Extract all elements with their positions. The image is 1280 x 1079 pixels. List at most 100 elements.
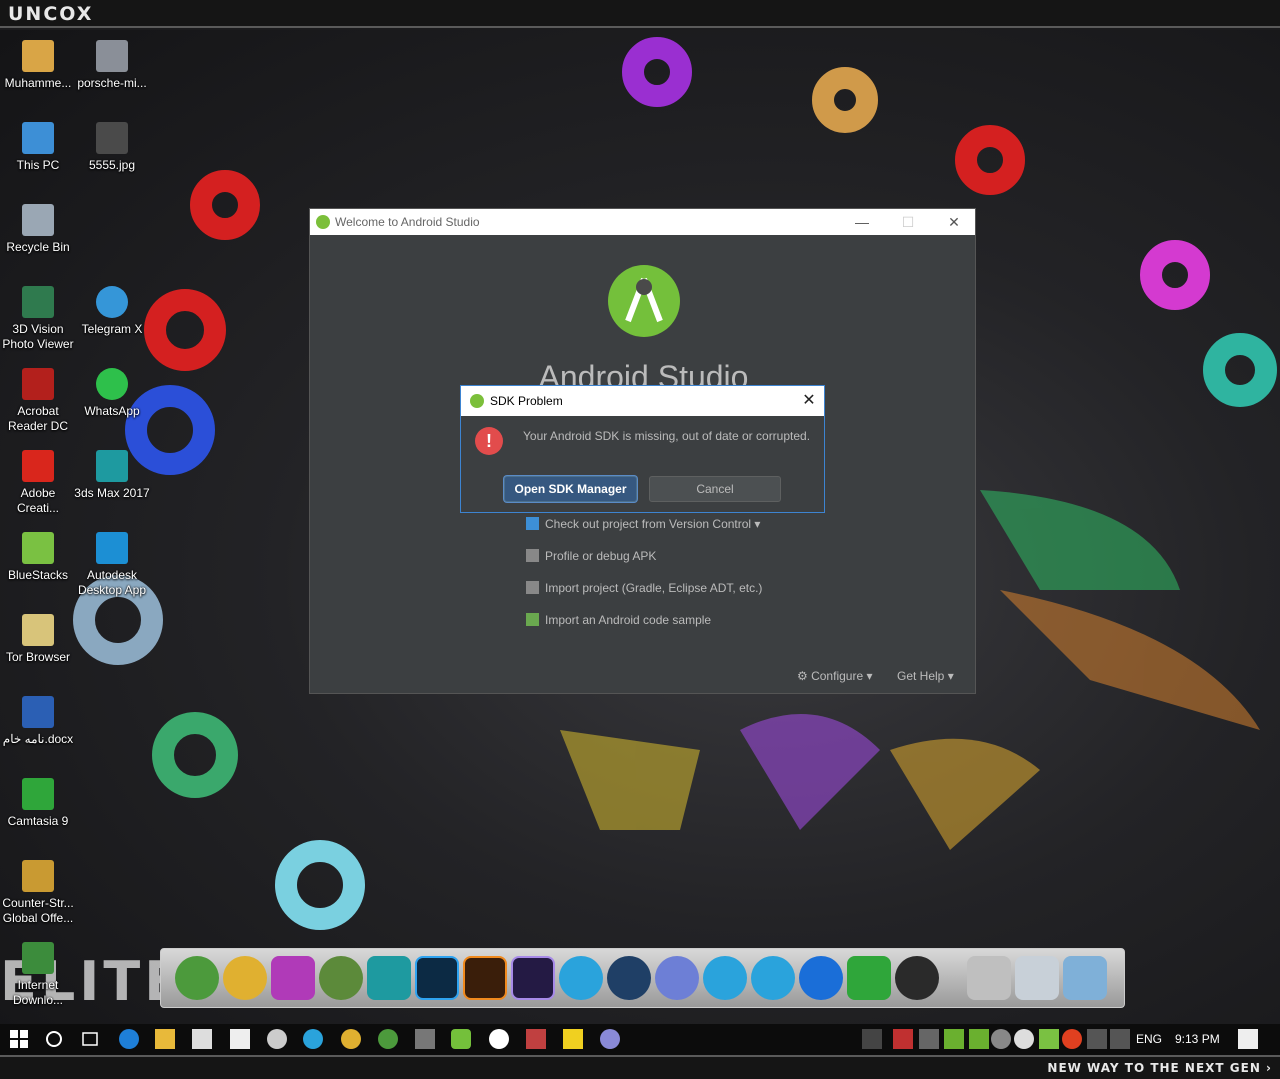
desktop-icon-camtasia[interactable]: Camtasia 9: [0, 778, 76, 829]
recycle-bin-icon: [22, 204, 54, 236]
desktop-icon-bluestacks[interactable]: BlueStacks: [0, 532, 76, 583]
desktop-icon-3ds-max[interactable]: 3ds Max 2017: [74, 450, 150, 501]
import-icon: [526, 581, 539, 594]
word-document-icon: [22, 696, 54, 728]
configure-menu[interactable]: ⚙ Configure ▾: [797, 669, 872, 683]
desktop-icon-whatsapp[interactable]: WhatsApp: [74, 368, 150, 419]
trash-icon[interactable]: [1015, 956, 1059, 1000]
android-studio-icon: [470, 394, 484, 408]
desktop-icon-5555-jpg[interactable]: 5555.jpg: [74, 122, 150, 173]
whatsapp-icon: [96, 368, 128, 400]
teamviewer-icon[interactable]: [799, 956, 843, 1000]
people-icon[interactable]: [862, 1029, 882, 1049]
windows-start-icon[interactable]: [9, 1029, 29, 1049]
desktop-icon-porsche[interactable]: porsche-mi...: [74, 40, 150, 91]
android-studio-logo: [608, 265, 680, 337]
monitor-tray-icon[interactable]: [1087, 1029, 1107, 1049]
photoshop-icon[interactable]: [415, 956, 459, 1000]
task-view-icon[interactable]: [80, 1029, 100, 1049]
edge-icon[interactable]: [119, 1029, 139, 1049]
chrome-icon[interactable]: [223, 956, 267, 1000]
action-import-project[interactable]: Import project (Gradle, Eclipse ADT, etc…: [526, 581, 762, 595]
notifications-icon[interactable]: [1238, 1029, 1258, 1049]
acrobat-icon: [22, 368, 54, 400]
earth-icon[interactable]: [175, 956, 219, 1000]
android-studio-icon[interactable]: [319, 956, 363, 1000]
dialog-titlebar[interactable]: SDK Problem ✕: [461, 386, 824, 416]
nvidia-2-icon[interactable]: [969, 1029, 989, 1049]
telegram-icon-2[interactable]: [703, 956, 747, 1000]
lantern-icon[interactable]: [895, 956, 939, 1000]
desktop-icon-recycle-bin[interactable]: Recycle Bin: [0, 204, 76, 255]
3d-vision-icon: [22, 286, 54, 318]
desktop-icon-adobe-cc[interactable]: Adobe Creati...: [0, 450, 76, 516]
desktop-icon-tor-browser[interactable]: Tor Browser: [0, 614, 76, 665]
bluestacks-icon: [22, 532, 54, 564]
telegram-icon-3[interactable]: [751, 956, 795, 1000]
app-dock: [160, 948, 1125, 1008]
nvidia-icon[interactable]: [944, 1029, 964, 1049]
file-explorer-icon[interactable]: [155, 1029, 175, 1049]
action-import-sample[interactable]: Import an Android code sample: [526, 613, 711, 627]
media-app-icon[interactable]: [563, 1029, 583, 1049]
internet-download-manager-icon: [22, 942, 54, 974]
telegram-icon[interactable]: [559, 956, 603, 1000]
cortana-icon[interactable]: [44, 1029, 64, 1049]
audio-app-icon[interactable]: [415, 1029, 435, 1049]
android-taskbar-icon[interactable]: [451, 1029, 471, 1049]
music-folder-icon[interactable]: [1063, 956, 1107, 1000]
clock[interactable]: 9:13 PM: [1175, 1032, 1220, 1046]
3ds-max-icon: [96, 450, 128, 482]
action-profile-apk[interactable]: Profile or debug APK: [526, 549, 656, 563]
sdk-problem-dialog: SDK Problem ✕ ! Your Android SDK is miss…: [460, 385, 825, 513]
desktop-icon-acrobat[interactable]: Acrobat Reader DC: [0, 368, 76, 434]
maximize-icon[interactable]: ☐: [885, 209, 931, 235]
language-indicator[interactable]: ENG: [1136, 1032, 1162, 1046]
store-icon[interactable]: [192, 1029, 212, 1049]
get-help-menu[interactable]: Get Help ▾: [897, 669, 954, 683]
desktop-icon-word-doc[interactable]: نامه خام.docx: [0, 696, 76, 747]
csgo-icon: [22, 860, 54, 892]
monitor-icon[interactable]: [967, 956, 1011, 1000]
action-check-out-vcs[interactable]: Check out project from Version Control ▾: [526, 517, 760, 531]
cancel-button[interactable]: Cancel: [649, 476, 781, 502]
3ds-max-icon[interactable]: [367, 956, 411, 1000]
after-effects-icon[interactable]: [511, 956, 555, 1000]
image-file-icon: [96, 40, 128, 72]
network-icon[interactable]: [991, 1029, 1011, 1049]
volume-icon[interactable]: [1110, 1029, 1130, 1049]
import-sample-icon: [526, 613, 539, 626]
settings-gear-icon[interactable]: [267, 1029, 287, 1049]
tray-app-icon[interactable]: [1062, 1029, 1082, 1049]
desktop-icon-3d-vision[interactable]: 3D Vision Photo Viewer: [0, 286, 76, 352]
mail-icon[interactable]: [230, 1029, 250, 1049]
desktop-icon-user-folder[interactable]: Muhamme...: [0, 40, 76, 91]
desktop-icon-telegram-x[interactable]: Telegram X: [74, 286, 150, 337]
link-icon[interactable]: [919, 1029, 939, 1049]
window-titlebar[interactable]: Welcome to Android Studio — ☐ ✕: [310, 209, 975, 235]
desktop-icon-csgo[interactable]: Counter-Str... Global Offe...: [0, 860, 76, 926]
top-banner: UNCOX: [0, 0, 1280, 28]
chrome-taskbar-icon[interactable]: [341, 1029, 361, 1049]
desktop-icon-this-pc[interactable]: This PC: [0, 122, 76, 173]
earth-taskbar-icon[interactable]: [378, 1029, 398, 1049]
discord-icon[interactable]: [655, 956, 699, 1000]
phpstorm-icon[interactable]: [271, 956, 315, 1000]
cloud-icon[interactable]: [1014, 1029, 1034, 1049]
flag-app-icon[interactable]: [526, 1029, 546, 1049]
close-icon[interactable]: ✕: [794, 386, 824, 416]
open-sdk-manager-button[interactable]: Open SDK Manager: [504, 476, 637, 502]
minimize-icon[interactable]: —: [839, 209, 885, 235]
telegram-taskbar-icon[interactable]: [303, 1029, 323, 1049]
uncox-logo: UNCOX: [8, 3, 94, 25]
illustrator-icon[interactable]: [463, 956, 507, 1000]
camtasia-icon[interactable]: [847, 956, 891, 1000]
circle-app-icon[interactable]: [489, 1029, 509, 1049]
bluestacks-tray-icon[interactable]: [1039, 1029, 1059, 1049]
steam-icon[interactable]: [607, 956, 651, 1000]
desktop-icon-autodesk[interactable]: Autodesk Desktop App: [74, 532, 150, 598]
desktop-icon-idm[interactable]: Internet Downlo...: [0, 942, 76, 1008]
paint-app-icon[interactable]: [600, 1029, 620, 1049]
close-icon[interactable]: ✕: [931, 209, 977, 235]
security-icon[interactable]: [893, 1029, 913, 1049]
